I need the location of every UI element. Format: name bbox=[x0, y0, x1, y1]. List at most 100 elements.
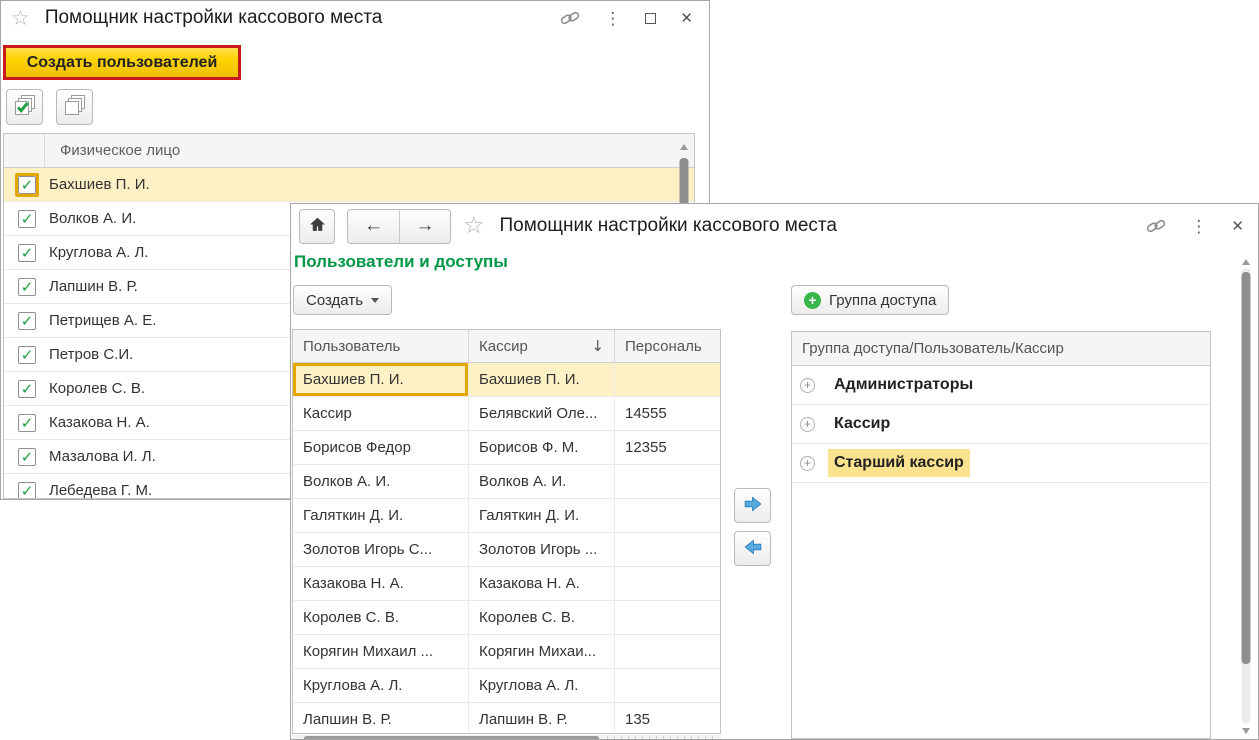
tree-header-label: Группа доступа/Пользователь/Кассир bbox=[802, 340, 1064, 357]
blue-arrow-left-icon bbox=[742, 536, 764, 562]
user-cell: Круглова А. Л. bbox=[293, 669, 469, 702]
row-checkbox[interactable]: ✓ bbox=[15, 241, 39, 265]
person-name: Мазалова И. Л. bbox=[49, 448, 156, 465]
cashier-cell: Бахшиев П. И. bbox=[469, 363, 615, 396]
user-row[interactable]: Корягин Михаил ... Корягин Михаи... bbox=[293, 635, 720, 669]
hscroll-thumb[interactable] bbox=[304, 736, 599, 739]
physical-person-column-label: Физическое лицо bbox=[60, 142, 181, 159]
forward-button[interactable]: → bbox=[399, 209, 450, 243]
scroll-thumb[interactable] bbox=[1241, 272, 1250, 664]
user-cell: Кассир bbox=[293, 397, 469, 430]
access-group-row[interactable]: + Администраторы bbox=[792, 366, 1210, 405]
checkbox-icon: ✓ bbox=[18, 447, 36, 466]
access-group-row[interactable]: + Старший кассир bbox=[792, 444, 1210, 483]
user-row[interactable]: Казакова Н. А. Казакова Н. А. bbox=[293, 567, 720, 601]
cashier-cell: Круглова А. Л. bbox=[469, 669, 615, 702]
personal-cell bbox=[615, 533, 720, 566]
bg-titlebar: ☆ Помощник настройки кассового места ⋮ ✕ bbox=[1, 1, 709, 35]
create-button[interactable]: Создать bbox=[293, 285, 393, 315]
access-group-label: Старший кассир bbox=[828, 449, 970, 477]
row-checkbox[interactable]: ✓ bbox=[15, 445, 39, 469]
expand-plus-icon[interactable]: + bbox=[800, 377, 815, 393]
row-checkbox[interactable]: ✓ bbox=[15, 479, 39, 498]
column-cashier[interactable]: Кассир ↓ bbox=[469, 330, 615, 362]
row-checkbox[interactable]: ✓ bbox=[15, 343, 39, 367]
cashier-cell: Казакова Н. А. bbox=[469, 567, 615, 600]
row-checkbox[interactable]: ✓ bbox=[15, 309, 39, 333]
column-user[interactable]: Пользователь bbox=[293, 330, 469, 362]
favorite-star-icon[interactable]: ☆ bbox=[11, 8, 30, 29]
assistant-window-foreground: ← → ☆ Помощник настройки кассового места… bbox=[290, 203, 1259, 740]
home-icon bbox=[308, 215, 327, 238]
access-group-label: Администраторы bbox=[834, 376, 974, 393]
person-name: Бахшиев П. И. bbox=[49, 176, 150, 193]
maximize-icon[interactable] bbox=[645, 12, 657, 24]
expand-plus-icon[interactable]: + bbox=[800, 455, 815, 471]
move-left-button[interactable] bbox=[734, 531, 771, 566]
user-row[interactable]: Кассир Белявский Оле... 14555 bbox=[293, 397, 720, 431]
checkbox-icon: ✓ bbox=[18, 345, 36, 364]
access-groups-rows: + Администраторы + Кассир + Старший кассир bbox=[792, 366, 1210, 483]
user-row[interactable]: Золотов Игорь С... Золотов Игорь ... bbox=[293, 533, 720, 567]
row-checkbox[interactable]: ✓ bbox=[15, 172, 39, 197]
link-icon[interactable] bbox=[560, 8, 580, 28]
column-personal[interactable]: Персональ bbox=[615, 330, 720, 362]
scroll-up-icon[interactable] bbox=[1241, 259, 1250, 265]
scroll-up-icon[interactable] bbox=[679, 144, 688, 150]
row-checkbox[interactable]: ✓ bbox=[15, 377, 39, 401]
user-row[interactable]: Борисов Федор Борисов Ф. М. 12355 bbox=[293, 431, 720, 465]
close-icon[interactable]: ✕ bbox=[680, 11, 693, 26]
menu-dots-icon[interactable]: ⋮ bbox=[1190, 218, 1207, 235]
row-checkbox[interactable]: ✓ bbox=[15, 411, 39, 435]
checkbox-icon: ✓ bbox=[18, 277, 36, 296]
user-cell: Галяткин Д. И. bbox=[293, 499, 469, 532]
select-all-checkboxes-button[interactable] bbox=[6, 89, 43, 125]
create-users-button[interactable]: Создать пользователей bbox=[3, 45, 241, 80]
checkbox-icon: ✓ bbox=[18, 481, 36, 498]
favorite-star-icon[interactable]: ☆ bbox=[463, 214, 485, 238]
expand-plus-icon[interactable]: + bbox=[800, 416, 815, 432]
person-row[interactable]: ✓ Бахшиев П. И. bbox=[4, 168, 694, 202]
home-button[interactable] bbox=[299, 208, 335, 244]
select-all-icon bbox=[13, 93, 37, 121]
access-group-row[interactable]: + Кассир bbox=[792, 405, 1210, 444]
clear-all-checkboxes-button[interactable] bbox=[56, 89, 93, 125]
sort-descending-icon: ↓ bbox=[591, 337, 604, 355]
user-row[interactable]: Лапшин В. Р. Лапшин В. Р. 135 bbox=[293, 703, 720, 733]
column-personal-label: Персональ bbox=[625, 337, 702, 355]
user-row[interactable]: Бахшиев П. И. Бахшиев П. И. bbox=[293, 363, 720, 397]
tree-header: Группа доступа/Пользователь/Кассир bbox=[792, 332, 1210, 366]
blue-arrow-right-icon bbox=[742, 493, 764, 519]
bg-window-title: Помощник настройки кассового места bbox=[44, 7, 383, 28]
back-button[interactable]: ← bbox=[348, 210, 399, 243]
user-row[interactable]: Галяткин Д. И. Галяткин Д. И. bbox=[293, 499, 720, 533]
fg-titlebar: ← → ☆ Помощник настройки кассового места… bbox=[291, 204, 1258, 248]
personal-cell bbox=[615, 363, 720, 396]
user-cell: Королев С. В. bbox=[293, 601, 469, 634]
add-access-group-button[interactable]: + Группа доступа bbox=[791, 285, 950, 315]
user-cell: Корягин Михаил ... bbox=[293, 635, 469, 668]
user-row[interactable]: Королев С. В. Королев С. В. bbox=[293, 601, 720, 635]
personal-cell bbox=[615, 635, 720, 668]
personal-cell bbox=[615, 669, 720, 702]
user-row[interactable]: Круглова А. Л. Круглова А. Л. bbox=[293, 669, 720, 703]
green-plus-icon: + bbox=[804, 291, 821, 309]
user-cell: Волков А. И. bbox=[293, 465, 469, 498]
row-checkbox[interactable]: ✓ bbox=[15, 207, 39, 231]
forward-arrow-icon: → bbox=[415, 215, 435, 236]
close-icon[interactable]: ✕ bbox=[1231, 219, 1244, 234]
form-scrollbar[interactable] bbox=[1239, 254, 1252, 737]
access-group-label: Кассир bbox=[834, 415, 891, 432]
person-name: Волков А. И. bbox=[49, 210, 137, 227]
user-row[interactable]: Волков А. И. Волков А. И. bbox=[293, 465, 720, 499]
row-checkbox[interactable]: ✓ bbox=[15, 275, 39, 299]
chevron-down-icon bbox=[371, 297, 380, 303]
scroll-down-icon[interactable] bbox=[1241, 728, 1250, 734]
users-table-hscrollbar[interactable] bbox=[292, 735, 721, 739]
menu-dots-icon[interactable]: ⋮ bbox=[604, 10, 621, 27]
personal-cell: 135 bbox=[625, 711, 651, 728]
checkbox-icon: ✓ bbox=[18, 311, 36, 330]
personal-cell bbox=[615, 465, 720, 498]
link-icon[interactable] bbox=[1146, 216, 1166, 236]
move-right-button[interactable] bbox=[734, 488, 771, 523]
